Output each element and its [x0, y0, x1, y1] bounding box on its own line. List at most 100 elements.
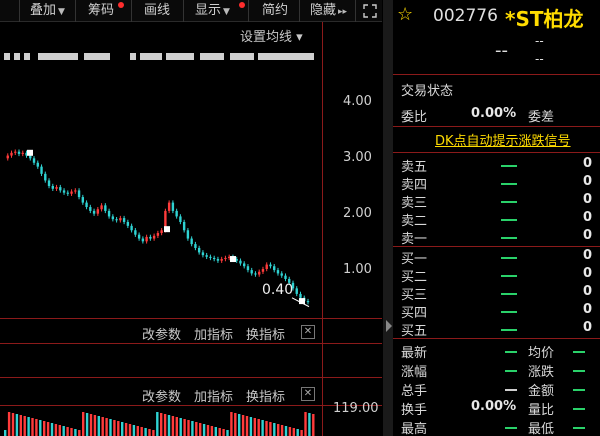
more-arrows-icon: ▸▸	[338, 7, 348, 17]
candle-body	[295, 288, 298, 294]
volume-bar	[206, 425, 210, 436]
volume-bar	[230, 412, 233, 436]
candle-body	[107, 210, 111, 217]
candle-body	[21, 152, 24, 154]
candle-body	[194, 244, 197, 248]
volume-bar	[253, 418, 256, 436]
volume-bar	[97, 416, 100, 436]
volume-change-params-button[interactable]: 改参数	[142, 386, 181, 405]
volume-bar	[160, 413, 163, 436]
candle-body	[115, 219, 118, 221]
volume-bar	[191, 421, 194, 436]
volume-bar	[89, 414, 93, 436]
candle-body	[265, 264, 268, 269]
volume-panel-close-icon[interactable]: ✕	[301, 387, 315, 401]
buy-level-qty: 0	[583, 302, 593, 317]
volume-bar	[144, 428, 147, 436]
candle-body	[280, 273, 283, 276]
volume-bar	[82, 412, 85, 436]
buy-level-label: 买四	[401, 306, 428, 321]
stat-value	[573, 389, 585, 391]
candle-body	[254, 273, 257, 275]
candle-body	[130, 225, 133, 231]
volume-bar	[273, 423, 276, 436]
candle-body	[156, 233, 160, 236]
candle-body	[59, 187, 62, 191]
candle-body	[149, 236, 152, 239]
volume-bar	[148, 429, 151, 436]
price-change-pct: --	[535, 52, 544, 66]
side-collapse-bar[interactable]	[383, 0, 393, 436]
last-price: --	[495, 40, 508, 61]
hide-button[interactable]: 隐藏 ▸▸	[306, 0, 356, 22]
candle-body	[137, 234, 141, 239]
price-panel-close-icon[interactable]: ✕	[301, 325, 315, 339]
volume-bar	[121, 422, 124, 436]
display-button[interactable]: 显示 ▼	[191, 0, 249, 22]
volume-bar	[50, 423, 54, 436]
simple-mode-label: 简约	[262, 3, 289, 18]
dk-signal-link[interactable]: DK点自动提示涨跌信号	[435, 130, 571, 149]
overlay-button[interactable]: 叠加 ▼	[26, 0, 76, 22]
buy-level-qty: 0	[583, 320, 593, 335]
candle-body	[182, 221, 186, 231]
volume-bar	[249, 417, 253, 436]
volume-bar	[152, 430, 155, 436]
volume-bar	[312, 414, 315, 436]
volume-bar	[288, 427, 292, 436]
chips-button[interactable]: 筹码	[84, 0, 132, 22]
volume-bar	[241, 415, 245, 436]
sell-level-label: 卖五	[401, 160, 428, 175]
volume-bar	[245, 416, 249, 436]
volume-add-indicator-button[interactable]: 加指标	[194, 386, 233, 405]
volume-switch-indicator-button[interactable]: 换指标	[246, 386, 285, 405]
volume-bar	[238, 414, 241, 436]
volume-bar	[226, 430, 229, 436]
stat-value	[505, 389, 517, 391]
last-price-label: 0.40	[262, 282, 294, 298]
stat-label: 涨幅	[401, 365, 428, 380]
volume-bar	[156, 412, 159, 436]
stat-label: 最低	[528, 422, 555, 436]
price-add-indicator-button[interactable]: 加指标	[194, 324, 233, 343]
volume-bar	[23, 416, 26, 436]
candle-body	[126, 221, 130, 226]
simple-mode-button[interactable]: 简约	[258, 0, 300, 22]
stat-value	[573, 351, 585, 353]
draw-line-button[interactable]: 画线	[140, 0, 184, 22]
price-candles	[6, 149, 310, 308]
signal-marker	[27, 149, 33, 156]
volume-bar	[11, 413, 15, 436]
candle-body	[299, 293, 302, 298]
price-change-params-button[interactable]: 改参数	[142, 324, 181, 343]
quote-panel: ☆ 002776 *ST柏龙 -- -- -- 交易状态 委比 0.00% 委差…	[393, 0, 600, 436]
draw-line-label: 画线	[144, 3, 171, 18]
separator	[393, 126, 600, 127]
volume-bar	[304, 412, 307, 436]
sell-level-price	[501, 183, 517, 185]
candle-body	[17, 151, 21, 154]
signal-marker	[164, 226, 170, 233]
volume-bar	[296, 429, 299, 436]
sell-level-price	[501, 219, 517, 221]
y-tick-2: 2.00	[343, 206, 372, 221]
volume-bar	[109, 419, 112, 436]
volume-bar	[85, 413, 89, 436]
stat-value	[505, 370, 517, 372]
chart-area[interactable]: 设置均线 ▾ 4.00 3.00 2.00 1.00 0.40 改参数 加指标 …	[0, 22, 382, 436]
candle-body	[190, 238, 193, 245]
expand-icon	[363, 4, 377, 18]
expand-button[interactable]	[358, 0, 382, 22]
candle-body	[55, 187, 58, 189]
candle-body	[186, 230, 190, 239]
sell-level-price	[501, 165, 517, 167]
candle-body	[197, 247, 201, 253]
display-dropdown-icon: ▼	[223, 7, 230, 17]
chips-label: 筹码	[88, 3, 115, 18]
volume-bar	[167, 415, 171, 436]
price-panel-separator	[0, 318, 382, 319]
candle-body	[220, 259, 223, 261]
quote-header: ☆ 002776 *ST柏龙 -- -- --	[393, 0, 600, 72]
volume-bar	[300, 430, 303, 436]
price-switch-indicator-button[interactable]: 换指标	[246, 324, 285, 343]
